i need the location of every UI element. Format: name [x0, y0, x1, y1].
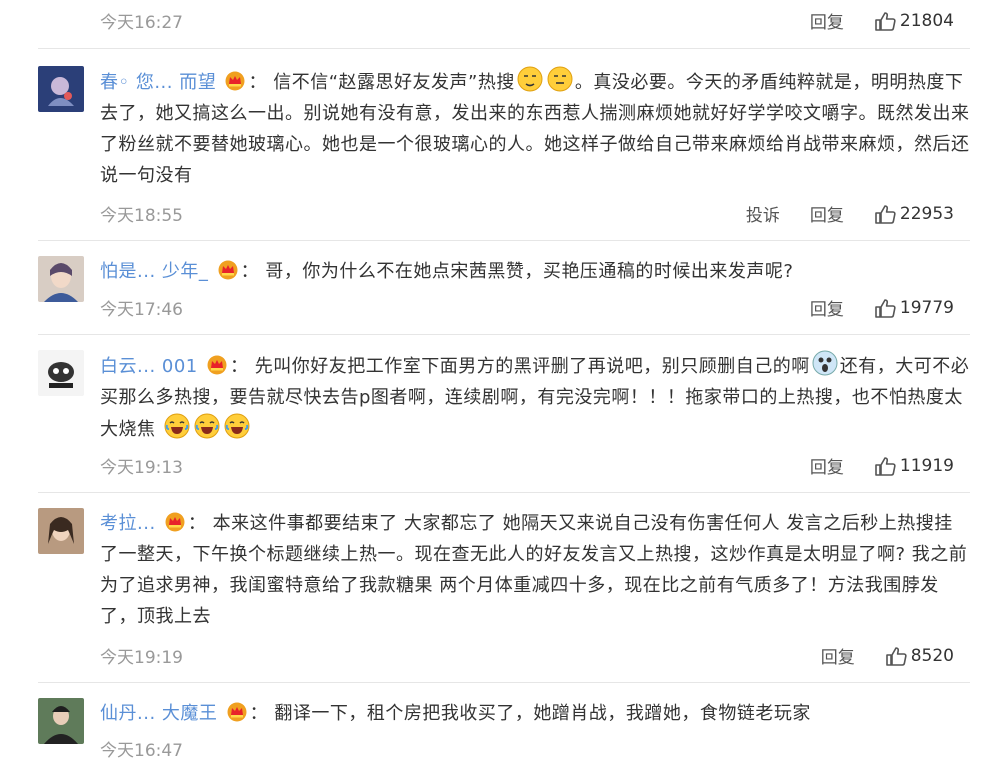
- like-count: 22953: [899, 203, 954, 224]
- separator: ：: [248, 72, 267, 93]
- comment-content: 先叫你好友把工作室下面男方的黑评删了再说吧，别只顾删自己的啊: [254, 356, 810, 377]
- reply-button[interactable]: 回复: [821, 643, 855, 668]
- crown-badge-icon: [218, 260, 238, 280]
- crown-badge-icon: [207, 355, 227, 375]
- emoji-icon: [517, 66, 543, 92]
- thumbs-up-icon: [875, 298, 896, 318]
- avatar[interactable]: [38, 256, 84, 302]
- report-button[interactable]: 投诉: [746, 201, 780, 226]
- like-count: 21804: [899, 10, 954, 31]
- comment-meta: 今天18:55 投诉 回复 22953: [100, 201, 970, 227]
- divider: [38, 48, 970, 49]
- reply-button[interactable]: 回复: [810, 8, 844, 33]
- username-link[interactable]: 仙丹... 大魔王: [100, 703, 217, 724]
- comment-meta: 今天19:13 回复 11919: [100, 453, 970, 479]
- like-button[interactable]: 21804: [874, 11, 954, 31]
- comment-time: 今天17:46: [100, 300, 183, 320]
- avatar[interactable]: [38, 350, 84, 396]
- comment-meta: 今天17:46 回复 19779: [100, 295, 970, 321]
- thumbs-up-icon: [875, 11, 896, 31]
- crown-badge-icon: [227, 702, 247, 722]
- username-link[interactable]: 怕是... 少年_: [100, 261, 208, 282]
- divider: [38, 240, 970, 241]
- username-link[interactable]: 春◦ 您... 而望: [100, 72, 216, 93]
- divider: [38, 492, 970, 493]
- comment-text: 考拉... ： 本来这件事都要结束了 大家都忘了 她隔天又来说自己没有伤害任何人…: [100, 508, 970, 632]
- comment-meta: 今天19:19 回复 8520: [100, 643, 970, 669]
- comment-time: 今天19:19: [100, 648, 183, 668]
- reply-button[interactable]: 回复: [810, 295, 844, 320]
- comment-time: 今天18:55: [100, 206, 183, 226]
- separator: ：: [240, 261, 260, 282]
- screaming-face-icon: [812, 350, 838, 376]
- comment-text: 春◦ 您... 而望 ： 信不信“赵露思好友发声”热搜 。真没必要。今天的矛盾纯粹…: [100, 66, 970, 191]
- comment-content: 本来这件事都要结束了 大家都忘了 她隔天又来说自己没有伤害任何人 发言之后秒上热…: [100, 513, 968, 627]
- like-button[interactable]: 8520: [885, 646, 954, 666]
- comment-meta: 今天16:47: [100, 736, 970, 762]
- username-link[interactable]: 考拉...: [100, 513, 162, 534]
- avatar[interactable]: [38, 66, 84, 112]
- comment-content: 翻译一下，租个房把我收买了，她蹭肖战，我蹭她，食物链老玩家: [274, 703, 811, 724]
- separator: ：: [229, 356, 249, 377]
- thumbs-up-icon: [885, 646, 907, 666]
- like-count: 19779: [899, 297, 954, 318]
- comment-time: 今天16:27: [100, 13, 183, 33]
- divider: [38, 334, 970, 335]
- laughing-tears-icon: [224, 413, 250, 439]
- comment-time: 今天19:13: [100, 458, 183, 478]
- comment-time: 今天16:47: [100, 741, 183, 761]
- thumbs-up-icon: [875, 456, 896, 476]
- emoji-icon: [547, 66, 573, 92]
- like-button[interactable]: 22953: [874, 204, 954, 224]
- avatar[interactable]: [38, 698, 84, 744]
- crown-badge-icon: [225, 71, 245, 91]
- laughing-tears-icon: [194, 413, 220, 439]
- divider: [38, 682, 970, 683]
- separator: ：: [249, 703, 269, 724]
- like-button[interactable]: 19779: [874, 298, 954, 318]
- like-count: 11919: [899, 455, 954, 476]
- comment-content: 哥，你为什么不在她点宋茜黑赞，买艳压通稿的时候出来发声呢?: [265, 261, 794, 282]
- comment-content: 信不信“赵露思好友发声”热搜: [273, 72, 515, 93]
- username-link[interactable]: 白云... 001: [100, 356, 198, 377]
- comment-text: 怕是... 少年_ ： 哥，你为什么不在她点宋茜黑赞，买艳压通稿的时候出来发声呢…: [100, 256, 970, 287]
- comment-text: 白云... 001 ： 先叫你好友把工作室下面男方的黑评删了再说吧，别只顾删自己…: [100, 350, 970, 445]
- separator: ：: [187, 513, 207, 534]
- like-button[interactable]: 11919: [874, 456, 954, 476]
- like-count: 8520: [910, 645, 954, 666]
- laughing-tears-icon: [164, 413, 190, 439]
- crown-badge-icon: [165, 512, 185, 532]
- comment-meta-top: 今天16:27 回复 21804: [100, 8, 970, 34]
- reply-button[interactable]: 回复: [810, 201, 844, 226]
- thumbs-up-icon: [875, 204, 896, 224]
- avatar[interactable]: [38, 508, 84, 554]
- comment-text: 仙丹... 大魔王 ： 翻译一下，租个房把我收买了，她蹭肖战，我蹭她，食物链老玩…: [100, 698, 970, 729]
- reply-button[interactable]: 回复: [810, 453, 844, 478]
